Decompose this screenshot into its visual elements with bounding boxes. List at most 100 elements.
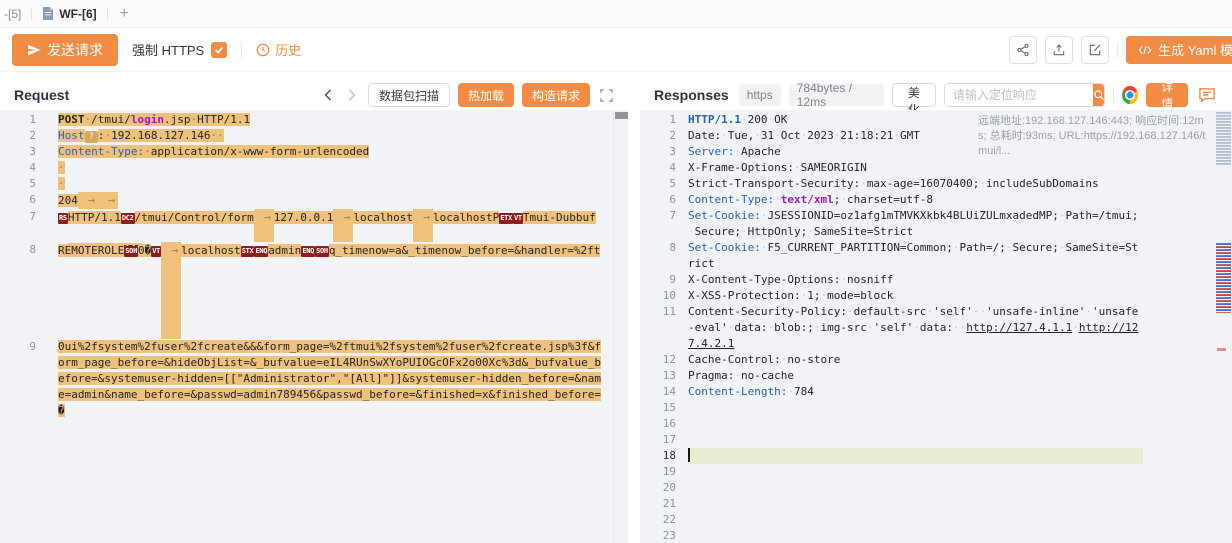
toolbar-divider [241, 42, 242, 58]
line-number: 10 [640, 288, 688, 304]
search-input[interactable] [945, 84, 1093, 106]
beautify-button[interactable]: 美化 [892, 83, 936, 107]
code-line: 19 [640, 464, 1232, 480]
response-title: Responses [654, 87, 729, 103]
line-content: Content-Length:·784 [688, 384, 1143, 400]
line-content: · [58, 160, 604, 176]
code-line: 16 [640, 416, 1232, 432]
tab-label: WF-[6] [59, 7, 96, 21]
line-number: 5 [640, 176, 688, 192]
control-char-badge: VT [151, 246, 161, 257]
code-line: 7Set-Cookie:·JSESSIONID=oz1afg1mTMVKXkbk… [640, 208, 1232, 240]
line-number: 1 [0, 112, 58, 128]
request-scrollbar[interactable] [613, 110, 628, 543]
construct-request-button[interactable]: 构造请求 [522, 83, 590, 107]
request-panel: Request 数据包扫描 热加载 构造请求 1P [0, 80, 628, 543]
line-content [688, 528, 1143, 543]
control-char-badge: ENQ [254, 246, 268, 257]
line-number: 3 [640, 144, 688, 160]
control-char-badge: VT [513, 213, 523, 224]
request-scrollbar-thumb[interactable] [615, 112, 628, 119]
search-button[interactable] [1093, 84, 1105, 106]
code-line: 12Cache-Control:·no-store [640, 352, 1232, 368]
host-hint-chip[interactable]: ? [85, 131, 98, 143]
line-number: 4 [640, 160, 688, 176]
edit-button[interactable] [1081, 36, 1109, 64]
code-line: 5Strict-Transport-Security:·max-age=1607… [640, 176, 1232, 192]
line-content [688, 480, 1143, 496]
line-content: X-Frame-Options:·SAMEORIGIN [688, 160, 1143, 176]
code-line: 1POST·/tmui/login.jsp·HTTP/1.1 [0, 112, 628, 128]
minimap-marker [1217, 348, 1226, 351]
line-number: 11 [640, 304, 688, 352]
line-number: 16 [640, 416, 688, 432]
code-line: 6Content-Type:·text/xml;·charset=utf-8 [640, 192, 1232, 208]
code-line: 7RSHTTP/1.1DC2/tmui/Control/form→127.0.0… [0, 209, 628, 242]
line-content: X-Content-Type-Options:·nosniff [688, 272, 1143, 288]
open-in-browser-icon[interactable] [1122, 86, 1138, 104]
fullscreen-icon[interactable] [598, 87, 614, 103]
feedback-icon[interactable] [1196, 83, 1218, 107]
clock-icon [256, 43, 270, 57]
add-tab-button[interactable]: + [108, 5, 141, 23]
line-content [688, 464, 1143, 480]
line-content [688, 432, 1143, 448]
share-button[interactable] [1009, 36, 1037, 64]
tab-wf6[interactable]: WF-[6] [32, 0, 106, 27]
history-button[interactable]: 历史 [256, 40, 301, 59]
request-editor[interactable]: 1POST·/tmui/login.jsp·HTTP/1.12Host?:·19… [0, 110, 628, 543]
code-line: 90 [0, 339, 628, 355]
line-number: 6 [640, 192, 688, 208]
code-line: 4· [0, 160, 628, 176]
line-number: 19 [640, 464, 688, 480]
next-request-button[interactable] [344, 87, 360, 103]
code-line: 21 [640, 496, 1232, 512]
line-content: Content-Type:·text/xml;·charset=utf-8 [688, 192, 1143, 208]
history-label: 历史 [275, 40, 301, 59]
request-header: Request 数据包扫描 热加载 构造请求 [0, 80, 628, 110]
code-line: 3Server:·Apache [640, 144, 1232, 160]
document-icon [42, 7, 54, 20]
line-content: X-XSS-Protection:·1;·mode=block [688, 288, 1143, 304]
code-line: 15 [640, 400, 1232, 416]
toolbar-divider [1117, 42, 1118, 58]
generate-yaml-button[interactable]: 生成 Yaml 模板 [1126, 36, 1232, 64]
line-content: Set-Cookie:·F5_CURRENT_PARTITION=Common;… [688, 240, 1143, 272]
line-number: 21 [640, 496, 688, 512]
packet-scan-button[interactable]: 数据包扫描 [368, 83, 450, 107]
prev-request-button[interactable] [320, 87, 336, 103]
export-button[interactable] [1045, 36, 1073, 64]
code-line: 11Content-Security-Policy:·default-src·'… [640, 304, 1232, 352]
line-content: Pragma:·no-cache [688, 368, 1143, 384]
code-line: 22 [640, 512, 1232, 528]
line-content: 0 [58, 339, 604, 355]
response-editor[interactable]: 1HTTP/1.1·200·OK2Date:·Tue,·31·Oct·2023·… [640, 110, 1232, 543]
line-number: 2 [640, 128, 688, 144]
line-content: Content-Security-Policy:·default-src·'se… [688, 304, 1143, 352]
code-line: 20 [640, 480, 1232, 496]
code-line: 8Set-Cookie:·F5_CURRENT_PARTITION=Common… [640, 240, 1232, 272]
force-https-label: 强制 HTTPS [132, 40, 204, 59]
code-line: 13Pragma:·no-cache [640, 368, 1232, 384]
line-number: 23 [640, 528, 688, 543]
tab-wf5[interactable]: -[5] [2, 0, 31, 27]
line-content: Date:·Tue,·31·Oct·2023·21:18:21·GMT [688, 128, 1143, 144]
control-char-badge: RS [58, 213, 68, 224]
send-request-button[interactable]: 发送请求 [12, 34, 118, 66]
send-icon [27, 43, 41, 57]
code-line: 18 [640, 448, 1232, 464]
code-icon [1138, 44, 1152, 56]
minimap-headers-block [1216, 112, 1231, 166]
generate-yaml-label: 生成 Yaml 模板 [1158, 40, 1232, 59]
line-number: 7 [0, 209, 58, 242]
line-number: 5 [0, 176, 58, 192]
hot-reload-button[interactable]: 热加载 [458, 83, 514, 107]
control-char-badge: STX [241, 246, 255, 257]
minimap[interactable] [1215, 110, 1232, 543]
force-https-checkbox[interactable] [211, 42, 227, 58]
details-button[interactable]: 详情 [1146, 83, 1188, 107]
header-divider [1113, 87, 1114, 103]
line-content [688, 512, 1143, 528]
line-content: Content-Type:·application/x-www-form-url… [58, 144, 604, 160]
line-content: Strict-Transport-Security:·max-age=16070… [688, 176, 1143, 192]
